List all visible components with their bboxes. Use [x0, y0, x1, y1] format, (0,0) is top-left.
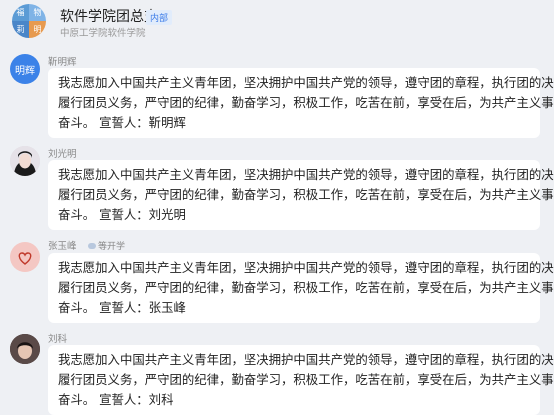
message-line: 履行团员义务，严守团的纪律，勤奋学习，积极工作，吃苦在前，享受在后，为共产主义事… [58, 187, 554, 202]
group-avatar-tile: 物 [29, 4, 46, 21]
group-avatar-tile: 莉 [12, 21, 29, 38]
group-title[interactable]: 软件学院团总支 [60, 6, 158, 26]
heart-icon [18, 252, 32, 265]
group-avatar[interactable]: 福 物 莉 明 [12, 4, 46, 38]
group-avatar-tile: 明 [29, 21, 46, 38]
message-line: 我志愿加入中国共产主义青年团，坚决拥护中国共产党的领导，遵守团的章程，执行团的决… [58, 260, 554, 275]
group-subtitle: 中原工学院软件学院 [60, 28, 146, 39]
message-line: 我志愿加入中国共产主义青年团，坚决拥护中国共产党的领导，遵守团的章程，执行团的决… [58, 75, 554, 90]
status-icon [88, 242, 96, 249]
avatar[interactable] [10, 334, 40, 364]
avatar[interactable] [10, 146, 40, 176]
message-line: 奋斗。 宣誓人：靳明辉 [58, 115, 186, 130]
message-bubble[interactable]: 我志愿加入中国共产主义青年团，坚决拥护中国共产党的领导，遵守团的章程，执行团的决… [48, 253, 554, 323]
message-bubble[interactable]: 我志愿加入中国共产主义青年团，坚决拥护中国共产党的领导，遵守团的章程，执行团的决… [48, 68, 554, 138]
message-line: 我志愿加入中国共产主义青年团，坚决拥护中国共产党的领导，遵守团的章程，执行团的决… [58, 352, 554, 367]
status-text: 等开学 [98, 242, 126, 252]
portrait-icon [10, 334, 40, 364]
avatar-text: 明辉 [15, 65, 35, 77]
message-line: 履行团员义务，严守团的纪律，勤奋学习，积极工作，吃苦在前，享受在后，为共产主义事… [58, 95, 554, 110]
sender-name: 靳明辉 [48, 57, 77, 68]
message-bubble[interactable]: 我志愿加入中国共产主义青年团，坚决拥护中国共产党的领导，遵守团的章程，执行团的决… [48, 160, 554, 230]
internal-badge: 内部 [146, 10, 173, 25]
chat-header: 福 物 莉 明 软件学院团总支 内部 中原工学院软件学院 [0, 0, 554, 42]
avatar[interactable]: 明辉 [10, 54, 40, 84]
message-line: 奋斗。 宣誓人：刘科 [58, 392, 174, 407]
message-line: 奋斗。 宣誓人：张玉峰 [58, 300, 186, 315]
message-line: 履行团员义务，严守团的纪律，勤奋学习，积极工作，吃苦在前，享受在后，为共产主义事… [58, 280, 554, 295]
user-status: 等开学 [88, 239, 125, 252]
group-avatar-tile: 福 [12, 4, 29, 21]
avatar[interactable] [10, 242, 40, 272]
portrait-icon [10, 146, 40, 176]
message-line: 奋斗。 宣誓人：刘光明 [58, 207, 186, 222]
sender-name: 刘科 [48, 334, 68, 345]
message-line: 我志愿加入中国共产主义青年团，坚决拥护中国共产党的领导，遵守团的章程，执行团的决… [58, 167, 554, 182]
sender-name: 刘光明 [48, 149, 77, 160]
message-line: 履行团员义务，严守团的纪律，勤奋学习，积极工作，吃苦在前，享受在后，为共产主义事… [58, 372, 554, 387]
sender-name: 张玉峰 [48, 241, 77, 252]
